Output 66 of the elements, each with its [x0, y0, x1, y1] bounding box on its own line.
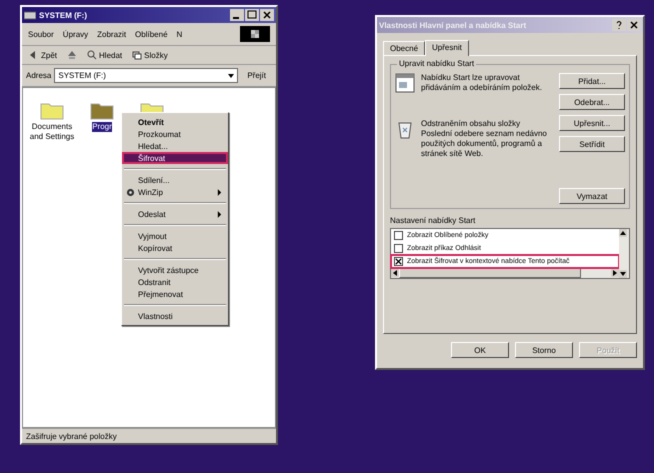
- status-bar: Zašifruje vybrané položky: [22, 428, 276, 443]
- context-menu-item[interactable]: Odeslat: [122, 208, 228, 220]
- go-button[interactable]: Přejít: [241, 70, 272, 81]
- context-menu-item[interactable]: Kopírovat: [122, 242, 228, 254]
- drive-icon: [24, 10, 36, 20]
- dialog-button[interactable]: Storno: [515, 342, 573, 358]
- context-menu-item[interactable]: Odstranit: [122, 276, 228, 288]
- dropdown-arrow-icon[interactable]: [227, 72, 236, 80]
- disc-icon: [126, 188, 135, 196]
- context-menu-item[interactable]: Prozkoumat: [122, 128, 228, 140]
- maximize-icon[interactable]: [245, 9, 259, 21]
- menu-item[interactable]: Oblíbené: [135, 30, 168, 38]
- context-menu-item[interactable]: Vlastnosti: [122, 310, 228, 322]
- submenu-arrow-icon: [217, 188, 222, 196]
- minimize-icon[interactable]: [230, 9, 244, 21]
- group-title: Upravit nabídku Start: [397, 59, 476, 68]
- submenu-arrow-icon: [217, 210, 222, 218]
- dialog-button[interactable]: OK: [451, 342, 509, 358]
- toolbar-button[interactable]: Zpět: [26, 49, 60, 61]
- search-icon: [87, 50, 98, 60]
- context-menu-item[interactable]: Hledat...: [122, 140, 228, 152]
- menu-item[interactable]: Zobrazit: [97, 30, 126, 38]
- dialog-title: Vlastnosti Hlavní panel a nabídka Start: [379, 20, 528, 30]
- menu-item[interactable]: N: [176, 30, 182, 38]
- close-icon[interactable]: [260, 9, 274, 21]
- horizontal-scrollbar[interactable]: [391, 268, 619, 278]
- context-menu-item[interactable]: Vytvořit zástupce: [122, 264, 228, 276]
- scroll-down-icon[interactable]: [619, 270, 627, 278]
- folder-label[interactable]: Progr: [92, 122, 112, 132]
- list-title: Nastavení nabídky Start: [390, 216, 476, 225]
- toolbar-button[interactable]: Složky: [129, 49, 171, 61]
- vertical-scrollbar[interactable]: [619, 229, 629, 278]
- scroll-thumb[interactable]: [399, 268, 581, 278]
- dialog-button[interactable]: Přidat...: [559, 73, 625, 89]
- up-folder-icon: [67, 50, 78, 60]
- context-menu-item[interactable]: Přejmenovat: [122, 288, 228, 300]
- dialog-button[interactable]: Upřesnit...: [559, 115, 625, 131]
- windows-logo-icon: [240, 26, 270, 42]
- scroll-left-icon[interactable]: [391, 269, 399, 277]
- context-menu-item[interactable]: Otevřít: [122, 116, 228, 128]
- checkbox[interactable]: [394, 244, 403, 253]
- window-title: SYSTEM (F:): [39, 10, 88, 20]
- address-field[interactable]: SYSTEM (F:): [54, 68, 238, 83]
- menu-item[interactable]: Soubor: [28, 30, 54, 38]
- context-menu-item[interactable]: Vyjmout: [122, 230, 228, 242]
- context-menu-item[interactable]: Sdílení...: [122, 174, 228, 186]
- address-label: Adresa: [26, 71, 52, 80]
- clear-button[interactable]: Vymazat: [559, 188, 625, 204]
- tab[interactable]: Upřesnit: [425, 40, 469, 56]
- description-text: Odstraněním obsahu složky Poslední odebere seznam nedávno použitých dokumentů, programů a stránek sítě Web.: [421, 119, 548, 159]
- dialog-button[interactable]: Setřídit: [559, 136, 625, 152]
- menu-item[interactable]: Úpravy: [62, 30, 88, 38]
- dialog-button[interactable]: Odebrat...: [559, 94, 625, 110]
- description-text: Nabídku Start lze upravovat přidáváním a odebíráním položek.: [421, 73, 543, 93]
- help-icon[interactable]: [612, 19, 626, 31]
- menu-window-icon: [395, 73, 415, 93]
- folder-label[interactable]: Documents and Settings: [27, 122, 77, 142]
- checkbox[interactable]: [394, 231, 403, 240]
- context-menu-item[interactable]: Šifrovat: [122, 152, 228, 164]
- scroll-up-icon[interactable]: [619, 229, 627, 237]
- checkbox[interactable]: [394, 257, 403, 266]
- toolbar-button[interactable]: Hledat: [84, 49, 126, 61]
- folders-icon: [132, 50, 142, 60]
- tab[interactable]: Obecné: [383, 41, 426, 55]
- close-icon[interactable]: [627, 19, 641, 31]
- context-menu-item[interactable]: WinZip: [122, 186, 228, 198]
